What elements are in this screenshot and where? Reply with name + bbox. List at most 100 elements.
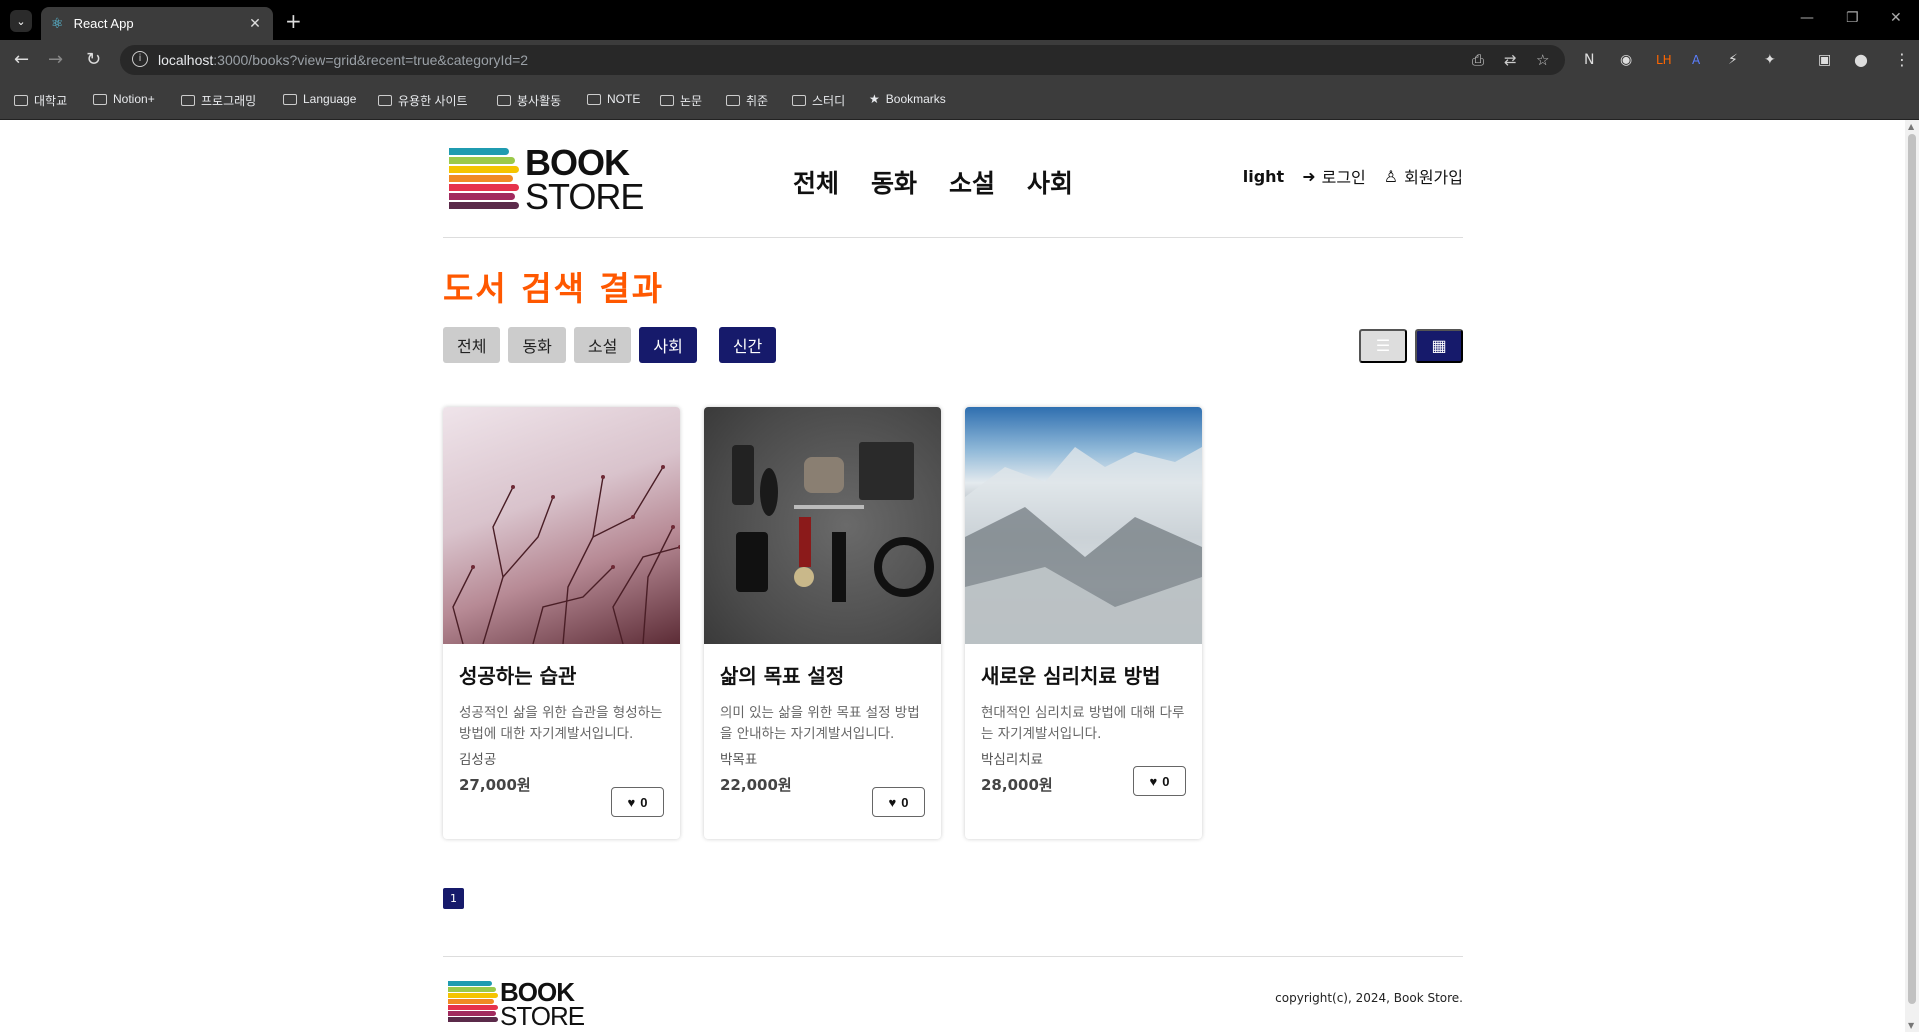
user-nav: light ➜ 로그인 ♙ 회원가입 [1243,164,1463,188]
address-bar[interactable]: i localhost:3000/books?view=grid&recent=… [120,45,1565,75]
book-card[interactable]: 새로운 심리치료 방법 현대적인 심리치료 방법에 대해 다루는 자기계발서입니… [965,407,1202,839]
extensions-puzzle-icon[interactable]: ✦ [1764,50,1776,70]
book-title: 삶의 목표 설정 [720,664,845,688]
filter-fairy-tale-button[interactable]: 동화 [508,327,566,363]
bookmark-folder[interactable]: Notion+ [93,92,155,106]
logo-text: BOOK STORE [525,142,644,217]
book-summary: 의미 있는 삶을 위한 목표 설정 방법을 안내하는 자기계발서입니다. [720,705,920,742]
filter-new-button[interactable]: 신간 [718,327,777,363]
like-button[interactable]: ♥ 0 [1133,766,1186,796]
extension-lh-icon[interactable]: LH [1656,50,1672,70]
nav-fairy-tale[interactable]: 동화 [871,164,917,200]
tab-title: React App [73,16,134,31]
like-button[interactable]: ♥ 0 [872,787,925,817]
nav-novel[interactable]: 소설 [949,164,995,200]
forward-icon[interactable]: → [48,50,63,70]
logo-stripes [449,148,521,214]
camera-icon[interactable]: ◉ [1620,50,1632,70]
site-info-icon[interactable]: i [132,51,148,67]
bookmark-folder[interactable]: 봉사활동 [497,92,561,109]
bookmark-folder[interactable]: 스터디 [792,92,845,109]
grid-view-button[interactable]: ▦ [1415,329,1463,363]
category-filter: 전체 동화 소설 사회 신간 [443,327,777,363]
bookmark-folder[interactable]: 취준 [726,92,768,109]
book-author: 김성공 [459,752,497,768]
browser-tabbar: ⌄ ⚛ React App ✕ + — ❐ ✕ [0,0,1919,40]
folder-icon [497,95,511,106]
filter-all-button[interactable]: 전체 [443,327,501,363]
book-title: 성공하는 습관 [459,664,577,688]
heart-icon: ♥ [627,794,636,810]
restore-icon[interactable]: ❐ [1846,10,1859,26]
like-button[interactable]: ♥ 0 [611,787,664,817]
pagination: 1 [443,888,464,909]
book-grid: 성공하는 습관 성공적인 삶을 위한 습관을 형성하는 방법에 대한 자기계발서… [443,407,1202,839]
folder-icon [14,95,28,106]
book-cover-image [965,407,1202,644]
site-footer: BOOK STORE copyright(c), 2024, Book Stor… [443,956,1463,1032]
bookmark-folder[interactable]: 유용한 사이트 [378,92,468,109]
page-viewport: BOOK STORE 전체 동화 소설 사회 light ➜ 로그인 ♙ 회원가… [0,120,1905,1032]
list-icon: ☰ [1375,338,1391,355]
site-header: BOOK STORE 전체 동화 소설 사회 light ➜ 로그인 ♙ 회원가… [443,120,1463,238]
folder-icon [93,93,107,105]
window-close-icon[interactable]: ✕ [1890,10,1902,26]
bookmark-folder[interactable]: 프로그래밍 [181,92,256,109]
bookmark-folder[interactable]: 대학교 [14,92,67,109]
bookmark-folder[interactable]: Language [283,92,356,106]
book-card[interactable]: 삶의 목표 설정 의미 있는 삶을 위한 목표 설정 방법을 안내하는 자기계발… [704,407,941,839]
browser-toolbar: ← → ↻ i localhost:3000/books?view=grid&r… [0,40,1919,80]
page-scrollbar[interactable]: ▲ ▼ [1905,120,1919,1032]
site-logo[interactable]: BOOK STORE [449,145,644,215]
extension-bolt-icon[interactable]: ⚡ [1728,50,1738,70]
filter-society-button[interactable]: 사회 [639,327,697,363]
footer-logo[interactable]: BOOK STORE [448,979,588,1029]
extension-n-icon[interactable]: N [1584,50,1594,70]
folder-icon [660,95,674,106]
reload-icon[interactable]: ↻ [86,50,101,70]
book-cover-image [443,407,680,645]
list-view-button[interactable]: ☰ [1359,329,1407,363]
bookmark-folder[interactable]: 논문 [660,92,702,109]
login-link[interactable]: ➜ 로그인 [1302,164,1366,188]
scrollbar-thumb[interactable] [1908,134,1916,1004]
menu-kebab-icon[interactable]: ⋮ [1894,50,1910,70]
react-icon: ⚛ [51,15,64,32]
bookmark-star-icon[interactable]: ☆ [1536,51,1549,69]
nav-all[interactable]: 전체 [793,164,839,200]
install-icon[interactable]: ⎙ [1472,51,1484,69]
flatlay-accessories-image [732,442,934,602]
new-tab-icon[interactable]: + [285,9,302,33]
category-nav: 전체 동화 소설 사회 [793,164,1073,200]
folder-icon [378,95,392,106]
extension-a-icon[interactable]: A [1692,50,1700,70]
book-card[interactable]: 성공하는 습관 성공적인 삶을 위한 습관을 형성하는 방법에 대한 자기계발서… [443,407,680,839]
view-mode-toggle: ☰ ▦ [1359,329,1463,363]
book-author: 박목표 [720,752,758,768]
back-icon[interactable]: ← [14,50,29,70]
filter-novel-button[interactable]: 소설 [573,327,632,363]
scroll-up-icon[interactable]: ▲ [1908,122,1914,131]
heart-icon: ♥ [1149,773,1158,789]
translate-icon[interactable]: ⇄ [1504,51,1517,69]
minimize-icon[interactable]: — [1800,10,1814,26]
signup-link[interactable]: ♙ 회원가입 [1384,164,1463,188]
folder-icon [792,95,806,106]
bookmarks-link[interactable]: ★ Bookmarks [869,92,946,106]
bookmarks-bar: 대학교 Notion+ 프로그래밍 Language 유용한 사이트 봉사활동 … [0,80,1919,120]
tab-search-icon[interactable]: ⌄ [10,10,32,32]
close-icon[interactable]: ✕ [245,16,265,32]
scroll-down-icon[interactable]: ▼ [1908,1021,1914,1030]
folder-icon [181,95,195,106]
theme-toggle[interactable]: light [1243,167,1284,186]
url-text: localhost:3000/books?view=grid&recent=tr… [158,52,529,68]
bookmark-folder[interactable]: NOTE [587,92,640,106]
page-number-button[interactable]: 1 [443,888,464,909]
book-summary: 현대적인 심리치료 방법에 대해 다루는 자기계발서입니다. [981,705,1185,742]
page-title: 도서 검색 결과 [443,269,665,308]
profile-avatar-icon[interactable]: ● [1854,50,1868,70]
sign-in-icon: ➜ [1302,166,1316,186]
nav-society[interactable]: 사회 [1027,164,1073,200]
browser-tab[interactable]: ⚛ React App ✕ [41,7,273,40]
side-panel-icon[interactable]: ▣ [1818,50,1831,70]
